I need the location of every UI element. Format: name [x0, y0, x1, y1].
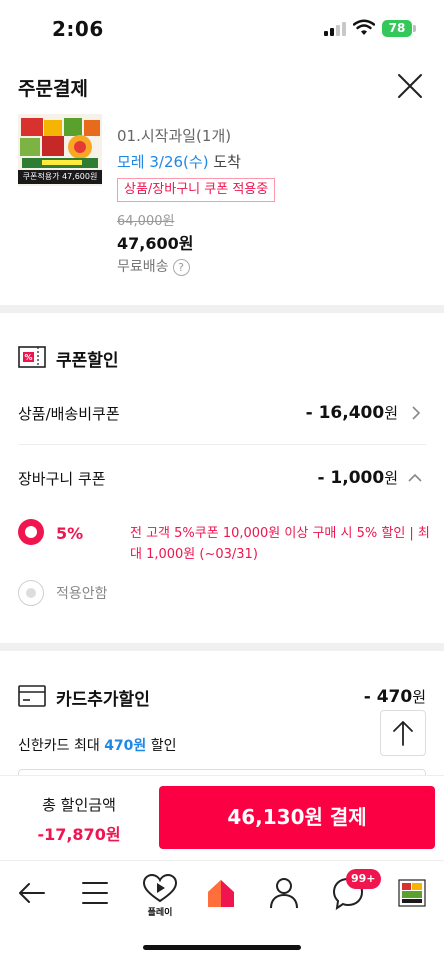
currency-unit: 원: [412, 688, 426, 706]
card-desc-suffix: 할인: [150, 738, 177, 754]
battery-tip: [413, 25, 416, 32]
scroll-to-top-button[interactable]: [380, 710, 426, 756]
delivery-suffix: 도착: [213, 153, 241, 171]
coupon-section-title: 쿠폰할인: [56, 351, 119, 371]
pay-button[interactable]: 46,130원 결제: [159, 786, 435, 849]
cart-coupon-amount: - 1,000: [317, 468, 385, 488]
delivery-date: 모레 3/26(수): [117, 153, 209, 171]
coupon-option-radio-selected[interactable]: [18, 519, 44, 545]
product-shipping-coupon-value[interactable]: - 16,400원: [306, 402, 398, 423]
home-icon[interactable]: [201, 873, 241, 913]
delivery-estimate: 모레 3/26(수) 도착: [117, 151, 241, 172]
wifi-icon: [353, 19, 375, 35]
row-divider: [18, 444, 426, 445]
coupon-icon: %: [18, 346, 46, 368]
card-desc-prefix: 신한카드 최대: [18, 738, 100, 754]
nav-play[interactable]: 플레이: [138, 873, 182, 919]
thumbnail-caption: 쿠폰적용가 47,600원: [18, 170, 102, 184]
coupon-option-percent: 5%: [56, 524, 84, 543]
chevron-up-icon[interactable]: [407, 472, 423, 484]
shipping-info: 무료배송?: [117, 256, 190, 276]
chevron-right-icon[interactable]: [410, 405, 422, 421]
nav-play-label: 플레이: [147, 908, 173, 918]
arrow-up-icon: [393, 721, 413, 746]
coupon-option-radio-none[interactable]: [18, 580, 44, 606]
coupon-option-none-label: 적용안함: [56, 586, 108, 602]
original-price: 64,000원: [117, 214, 175, 229]
play-heart-icon: [142, 873, 178, 903]
total-discount-value: -17,870원: [37, 825, 121, 844]
cart-coupon-value[interactable]: - 1,000원: [317, 467, 398, 488]
product-option: 01.시작과일(1개): [117, 127, 232, 145]
product-shipping-coupon-label: 상품/배송비쿠폰: [18, 405, 120, 423]
page-title: 주문결제: [18, 78, 88, 100]
currency-unit: 원: [384, 469, 398, 487]
coupon-option-description: 전 고객 5%쿠폰 10,000원 이상 구매 시 5% 할인 | 최대 1,0…: [130, 526, 430, 562]
recent-product-thumbnail[interactable]: [392, 873, 432, 913]
cellular-signal-icon: [324, 22, 348, 36]
product-thumbnail[interactable]: 쿠폰적용가 47,600원: [18, 114, 102, 186]
card-section-title: 카드추가할인: [56, 690, 150, 710]
close-icon[interactable]: [392, 68, 428, 104]
status-bar: 2:06 78: [0, 0, 444, 58]
payment-bar: 총 할인금액 -17,870원 46,130원 결제: [0, 775, 444, 860]
user-icon[interactable]: [264, 873, 304, 913]
battery-indicator: 78: [382, 20, 412, 37]
sale-price: 47,600원: [117, 234, 194, 253]
back-arrow-icon[interactable]: [12, 873, 52, 913]
card-discount-description: 신한카드 최대 470원 할인: [18, 735, 177, 755]
currency-unit: 원: [384, 404, 398, 422]
credit-card-icon: [18, 685, 46, 707]
menu-icon[interactable]: [75, 873, 115, 913]
section-divider: [0, 305, 444, 313]
card-discount-amount: - 470: [363, 687, 413, 707]
shipping-label: 무료배송: [117, 259, 169, 275]
coupon-applied-badge: 상품/장바구니 쿠폰 적용중: [117, 178, 276, 202]
total-discount-label: 총 할인금액: [42, 796, 116, 814]
product-shipping-coupon-amount: - 16,400: [305, 403, 385, 423]
svg-text:%: %: [24, 353, 32, 362]
card-desc-amount: 470원: [104, 738, 147, 754]
card-discount-value: - 470원: [364, 686, 426, 707]
bottom-navigation: 플레이 99+: [0, 860, 444, 960]
cart-coupon-label: 장바구니 쿠폰: [18, 470, 106, 488]
chat-badge: 99+: [346, 869, 381, 889]
page-header: 주문결제: [0, 58, 444, 114]
help-icon[interactable]: ?: [172, 258, 190, 276]
home-indicator: [143, 945, 301, 950]
section-divider: [0, 643, 444, 651]
status-time: 2:06: [52, 17, 104, 41]
